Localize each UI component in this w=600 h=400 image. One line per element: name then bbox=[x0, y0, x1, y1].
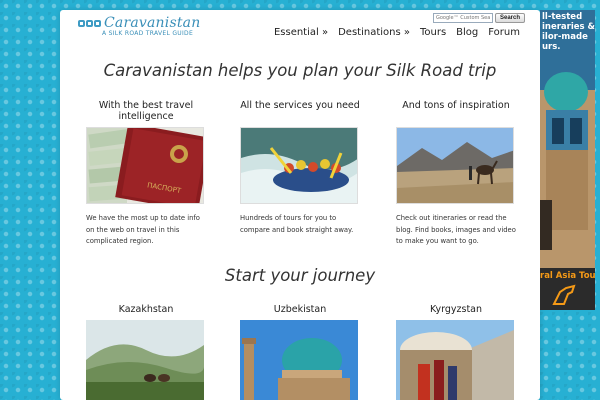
nav-item-tours[interactable]: Tours bbox=[420, 27, 446, 38]
feature-inspiration: And tons of inspiration bbox=[396, 100, 516, 111]
main-content-panel: Caravanistan A SILK ROAD TRAVEL GUIDE Se… bbox=[60, 10, 540, 400]
country-name[interactable]: Uzbekistan bbox=[240, 304, 360, 315]
advert-footer: ral Asia Tours bbox=[540, 268, 595, 310]
nav-item-destinations[interactable]: Destinations » bbox=[338, 27, 410, 38]
feature-title: With the best travel intelligence bbox=[98, 100, 194, 122]
feature-text: Hundreds of tours for you to compare and… bbox=[240, 214, 354, 234]
logo-name: Caravanistan bbox=[104, 15, 201, 31]
advert-line: ilor-made bbox=[542, 32, 588, 42]
camels-photo[interactable] bbox=[396, 127, 514, 204]
search-input[interactable] bbox=[433, 13, 493, 23]
site-search: Search bbox=[433, 13, 526, 23]
nav-item-essential[interactable]: Essential » bbox=[274, 27, 328, 38]
search-button[interactable]: Search bbox=[495, 13, 526, 23]
feature-services: All the services you need bbox=[240, 100, 360, 111]
tours-advert[interactable]: ll-tested ineraries & ilor-made urs. ral… bbox=[540, 10, 595, 310]
advert-brand: ral Asia Tours bbox=[540, 271, 595, 281]
country-name[interactable]: Kazakhstan bbox=[86, 304, 206, 315]
kazakhstan-photo[interactable] bbox=[86, 320, 204, 400]
country-name[interactable]: Kyrgyzstan bbox=[396, 304, 516, 315]
feature-title: All the services you need bbox=[240, 100, 360, 111]
passport-photo[interactable]: ПАСПОРТ bbox=[86, 127, 204, 204]
feature-text: Check out itineraries or read the blog. … bbox=[396, 214, 516, 245]
section-title: Start your journey bbox=[224, 266, 376, 285]
feature-intelligence: With the best travel intelligence bbox=[86, 100, 206, 122]
site-logo[interactable]: Caravanistan A SILK ROAD TRAVEL GUIDE bbox=[78, 15, 200, 37]
advert-line: urs. bbox=[542, 42, 561, 52]
nav-item-forum[interactable]: Forum bbox=[488, 27, 520, 38]
feature-title: And tons of inspiration bbox=[402, 100, 510, 111]
rafting-photo[interactable] bbox=[240, 127, 358, 204]
main-nav: Essential » Destinations » Tours Blog Fo… bbox=[274, 27, 520, 38]
caravan-logo-icon bbox=[78, 19, 101, 27]
advert-line: ineraries & bbox=[542, 22, 595, 32]
horse-logo-icon bbox=[552, 284, 576, 305]
advert-text: ll-tested ineraries & ilor-made urs. bbox=[542, 12, 595, 52]
logo-tagline: A SILK ROAD TRAVEL GUIDE bbox=[102, 30, 194, 37]
nav-item-blog[interactable]: Blog bbox=[456, 27, 478, 38]
kyrgyzstan-photo[interactable] bbox=[396, 320, 514, 400]
advert-line: ll-tested bbox=[542, 12, 583, 22]
uzbekistan-photo[interactable] bbox=[240, 320, 358, 400]
feature-text: We have the most up to date info on the … bbox=[86, 214, 200, 245]
page-headline: Caravanistan helps you plan your Silk Ro… bbox=[103, 61, 497, 80]
